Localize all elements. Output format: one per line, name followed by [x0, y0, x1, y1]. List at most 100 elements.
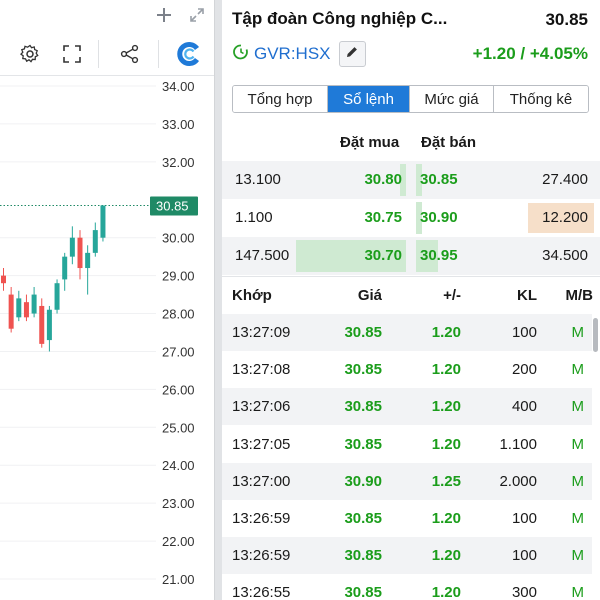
trade-change: 1.25: [431, 472, 461, 490]
y-tick-label: 30.00: [162, 231, 195, 246]
bid-price[interactable]: 30.80: [364, 171, 402, 188]
y-tick-label: 33.00: [162, 117, 195, 132]
trade-change: 1.20: [431, 510, 461, 527]
chart-pane[interactable]: 34.00 33.00 32.00 30.00 29.00 28.00 27.00 26.00…: [0, 0, 214, 600]
share-icon[interactable]: [117, 41, 143, 67]
settings-icon[interactable]: [17, 41, 43, 67]
fullscreen-icon[interactable]: [59, 41, 85, 67]
col-change-header: +/-: [443, 287, 461, 304]
price-change: +1.20 / +4.05%: [472, 44, 588, 63]
y-tick-label: 32.00: [162, 155, 195, 170]
add-icon[interactable]: [154, 5, 174, 29]
trade-volume: 100: [511, 547, 537, 565]
pane-splitter[interactable]: [214, 0, 222, 600]
trade-row[interactable]: 13:27:06 30.85 1.20 400 M: [222, 388, 592, 426]
ask-volume: 34.500: [542, 247, 588, 264]
market-clock-icon: [232, 43, 250, 66]
trade-price: 30.85: [344, 584, 382, 600]
trade-price: 30.90: [344, 472, 382, 490]
edit-button[interactable]: [338, 41, 366, 67]
bid-price[interactable]: 30.75: [364, 209, 402, 226]
trade-price: 30.85: [344, 361, 382, 379]
orderbook-row[interactable]: 147.500 30.70 30.95 34.500: [222, 237, 600, 275]
y-tick-label: 34.00: [162, 79, 195, 94]
candle-body: [16, 298, 22, 318]
tab-tong-hop[interactable]: Tổng hợp: [233, 86, 328, 112]
trade-side: M: [571, 324, 585, 341]
trade-time: 13:26:55: [232, 584, 291, 600]
trade-row[interactable]: 13:27:08 30.85 1.20 200 M: [222, 351, 592, 388]
ask-price[interactable]: 30.90: [420, 209, 458, 226]
bid-volume: 1.100: [235, 209, 273, 226]
y-tick-label: 24.00: [162, 458, 195, 473]
trades-scrollbar[interactable]: [593, 318, 598, 352]
trade-time: 13:27:06: [232, 398, 291, 416]
ask-price[interactable]: 30.95: [420, 247, 458, 264]
candle-body: [85, 252, 91, 269]
orderbook-header: Đặt mua Đặt bán: [222, 128, 600, 158]
y-tick-label: 29.00: [162, 269, 195, 284]
quote-tabs: Tổng hợp Sổ lệnh Mức giá Thống kê: [232, 85, 589, 113]
y-tick-label: 23.00: [162, 496, 195, 511]
trade-volume: 200: [511, 361, 537, 379]
candle-body: [8, 294, 14, 329]
candle-body: [31, 294, 37, 314]
ask-price[interactable]: 30.85: [420, 171, 458, 188]
price-chart[interactable]: 34.00 33.00 32.00 30.00 29.00 28.00 27.00 26.00…: [0, 76, 214, 600]
trade-price: 30.85: [344, 510, 382, 527]
toolbar-divider: [98, 40, 99, 68]
tab-so-lenh[interactable]: Sổ lệnh: [328, 86, 410, 112]
y-tick-label: 28.00: [162, 307, 195, 322]
ticker-row: GVR:HSX: [232, 40, 366, 68]
orderbook-row[interactable]: 1.100 30.75 30.90 12.200: [222, 199, 600, 237]
trade-row[interactable]: 13:26:59 30.85 1.20 100 M: [222, 500, 592, 537]
trade-price: 30.85: [344, 324, 382, 341]
col-time-header: Khớp: [232, 287, 272, 304]
trade-row[interactable]: 13:27:09 30.85 1.20 100 M: [222, 314, 592, 351]
quote-pane: Tập đoàn Công nghiệp C... 30.85 GVR:HSX …: [222, 0, 600, 600]
trade-side: M: [571, 472, 585, 490]
orderbook-row[interactable]: 13.100 30.80 30.85 27.400: [222, 161, 600, 199]
chart-topbar: [0, 0, 214, 32]
candle-body: [39, 305, 45, 344]
bid-volume: 13.100: [235, 171, 281, 188]
stock-price: 30.85: [545, 10, 588, 29]
trade-row[interactable]: 13:26:59 30.85 1.20 100 M: [222, 537, 592, 575]
tab-muc-gia[interactable]: Mức giá: [410, 86, 494, 112]
candle-body: [92, 230, 98, 253]
candle-body: [62, 256, 68, 280]
trade-volume: 1.100: [499, 435, 537, 453]
candle-body: [69, 237, 75, 257]
ask-volume: 27.400: [542, 171, 588, 188]
trade-change: 1.20: [431, 435, 461, 453]
candle-body: [100, 205, 106, 238]
stock-name: Tập đoàn Công nghiệp C...: [232, 9, 448, 28]
brand-logo-icon[interactable]: [176, 41, 202, 67]
stock-app: 34.00 33.00 32.00 30.00 29.00 28.00 27.00 26.00…: [0, 0, 600, 600]
trades-header: Khớp Giá +/- KL M/B: [222, 276, 600, 314]
y-tick-label: 25.00: [162, 420, 195, 435]
y-tick-label: 26.00: [162, 382, 195, 397]
trade-row[interactable]: 13:27:00 30.90 1.25 2.000 M: [222, 462, 592, 500]
trade-row[interactable]: 13:26:55 30.85 1.20 300 M: [222, 574, 592, 600]
candle-body: [54, 283, 60, 310]
trade-time: 13:26:59: [232, 510, 291, 527]
expand-icon[interactable]: [187, 5, 207, 29]
bid-price[interactable]: 30.70: [364, 247, 402, 264]
trade-row[interactable]: 13:27:05 30.85 1.20 1.100 M: [222, 426, 592, 463]
candle-body: [1, 275, 6, 284]
y-tick-label: 22.00: [162, 534, 195, 549]
y-tick-label: 27.00: [162, 344, 195, 359]
bid-volume: 147.500: [235, 247, 290, 264]
trade-volume: 100: [511, 324, 537, 341]
trade-volume: 300: [511, 584, 537, 600]
ticker-symbol[interactable]: GVR:HSX: [254, 44, 331, 64]
candle-body: [46, 309, 52, 341]
pencil-icon: [345, 45, 359, 64]
trade-change: 1.20: [431, 584, 461, 600]
trade-volume: 100: [511, 510, 537, 527]
tab-thong-ke[interactable]: Thống kê: [494, 86, 588, 112]
trade-side: M: [571, 510, 585, 527]
trade-price: 30.85: [344, 398, 382, 416]
trade-time: 13:27:09: [232, 324, 291, 341]
